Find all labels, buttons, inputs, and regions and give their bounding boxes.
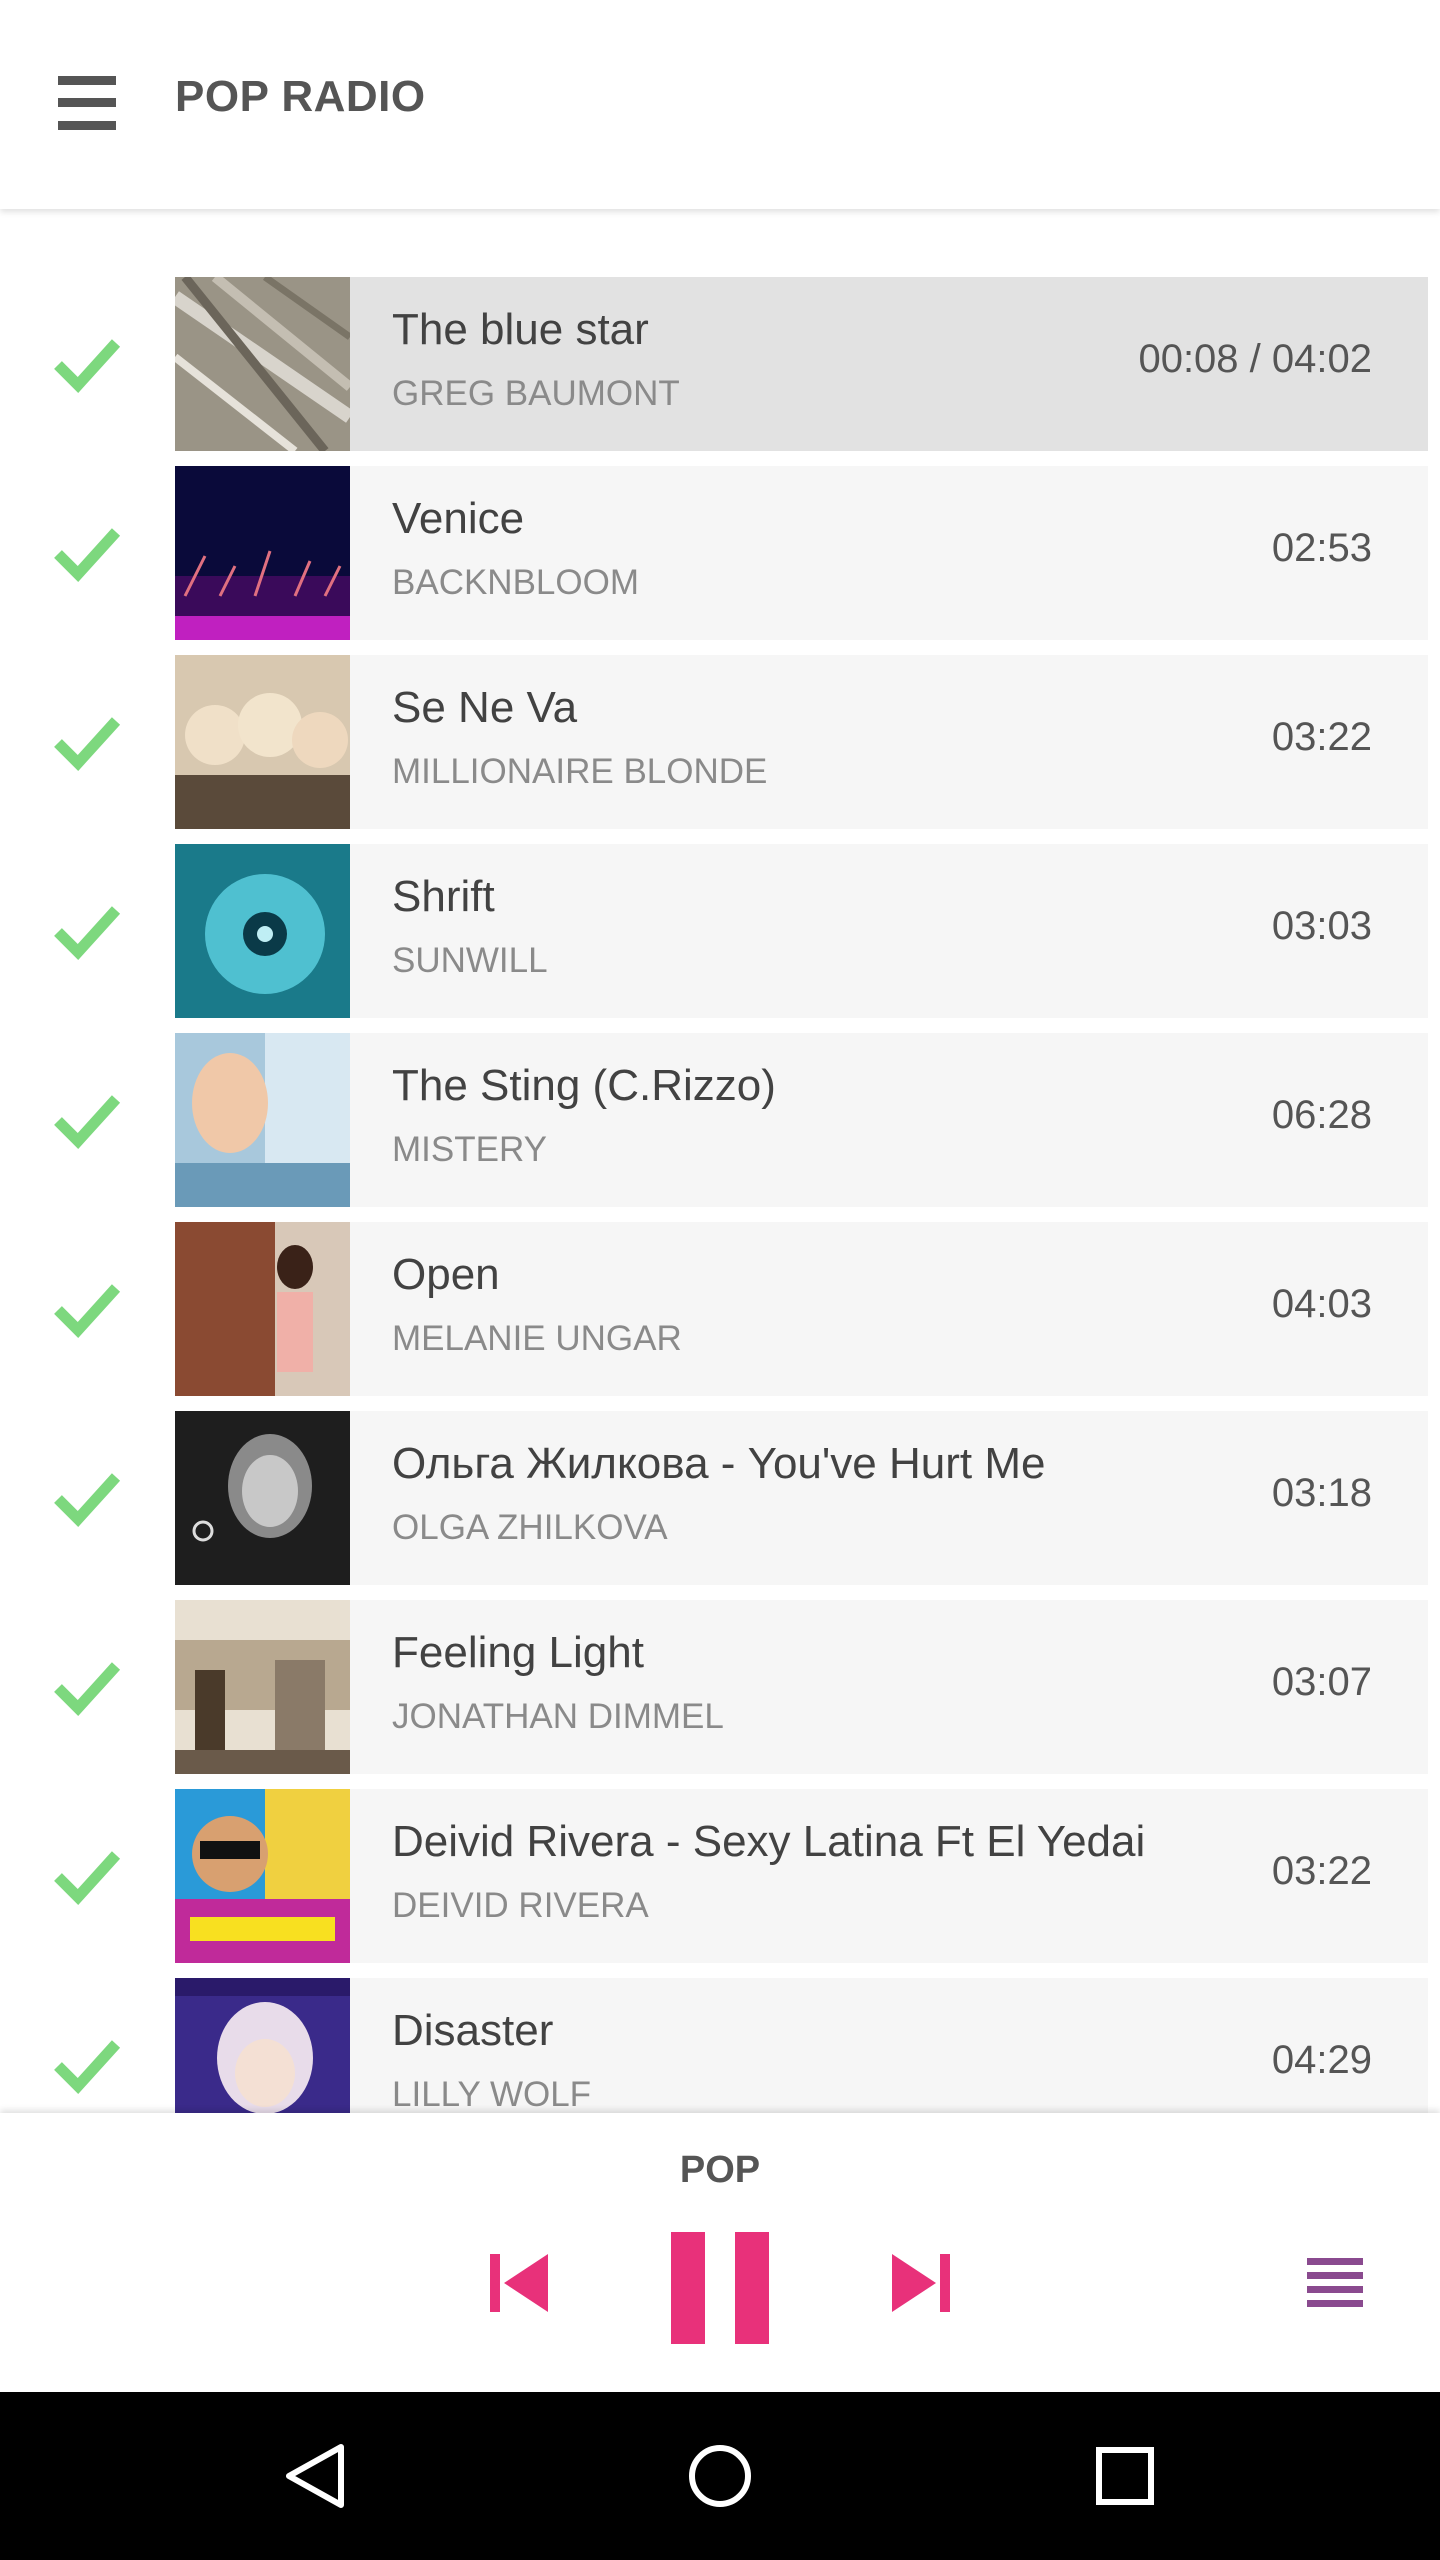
track-row[interactable]: The Sting (C.Rizzo) MISTERY 06:28 [0, 1033, 1440, 1207]
track-row[interactable]: Venice BACKNBLOOM 02:53 [0, 466, 1440, 640]
track-card[interactable]: The Sting (C.Rizzo) MISTERY 06:28 [350, 1033, 1428, 1207]
track-card[interactable]: Ольга Жилкова - You've Hurt Me OLGA ZHIL… [350, 1411, 1428, 1585]
track-duration: 03:03 [1271, 904, 1372, 948]
track-card[interactable]: Venice BACKNBLOOM 02:53 [350, 466, 1428, 640]
page-title: POP RADIO [175, 72, 426, 121]
track-card[interactable]: Deivid Rivera - Sexy Latina Ft El Yedai … [350, 1789, 1428, 1963]
hamburger-menu-icon[interactable] [40, 58, 134, 148]
track-duration: 02:53 [1271, 526, 1372, 570]
track-artist: DEIVID RIVERA [392, 1886, 649, 1925]
track-card[interactable]: Shrift SUNWILL 03:03 [350, 844, 1428, 1018]
recents-icon[interactable] [1075, 2426, 1175, 2526]
check-icon [54, 1284, 121, 1338]
track-title: Shrift [392, 872, 495, 921]
track-row[interactable]: Feeling Light JONATHAN DIMMEL 03:07 [0, 1600, 1440, 1774]
track-card[interactable]: Feeling Light JONATHAN DIMMEL 03:07 [350, 1600, 1428, 1774]
check-icon [54, 339, 121, 393]
track-card[interactable]: Open MELANIE UNGAR 04:03 [350, 1222, 1428, 1396]
album-cover [175, 1033, 350, 1207]
album-cover [175, 844, 350, 1018]
track-title: The blue star [392, 305, 649, 354]
back-icon[interactable] [265, 2426, 365, 2526]
check-icon [54, 1851, 121, 1905]
player-bar: POP [0, 2113, 1440, 2392]
track-duration: 03:07 [1271, 1660, 1372, 1704]
track-artist: MILLIONAIRE BLONDE [392, 752, 768, 791]
track-duration: 03:22 [1271, 715, 1372, 759]
track-row[interactable]: Open MELANIE UNGAR 04:03 [0, 1222, 1440, 1396]
track-title: Venice [392, 494, 525, 543]
track-title: Se Ne Va [392, 683, 578, 732]
track-artist: SUNWILL [392, 941, 548, 980]
skip-previous-icon[interactable] [470, 2233, 570, 2333]
track-duration: 04:29 [1271, 2038, 1372, 2082]
track-artist: GREG BAUMONT [392, 374, 680, 413]
track-card[interactable]: Disaster LILLY WOLF 04:29 [350, 1978, 1428, 2113]
track-duration: 03:18 [1271, 1471, 1372, 1515]
track-duration: 06:28 [1271, 1093, 1372, 1137]
track-artist: MISTERY [392, 1130, 547, 1169]
track-artist: JONATHAN DIMMEL [392, 1697, 724, 1736]
check-icon [54, 1473, 121, 1527]
album-cover [175, 1978, 350, 2113]
track-artist: MELANIE UNGAR [392, 1319, 682, 1358]
track-row[interactable]: Ольга Жилкова - You've Hurt Me OLGA ZHIL… [0, 1411, 1440, 1585]
check-icon [54, 1095, 121, 1149]
track-duration: 04:03 [1271, 1282, 1372, 1326]
track-list[interactable]: The blue star GREG BAUMONT 00:08 / 04:02… [0, 277, 1440, 2113]
track-title: Open [392, 1250, 500, 1299]
check-icon [54, 906, 121, 960]
track-progress-time: 00:08 / 04:02 [1138, 337, 1372, 381]
track-row[interactable]: Se Ne Va MILLIONAIRE BLONDE 03:22 [0, 655, 1440, 829]
track-card[interactable]: Se Ne Va MILLIONAIRE BLONDE 03:22 [350, 655, 1428, 829]
system-nav-bar [0, 2392, 1440, 2560]
track-row[interactable]: Deivid Rivera - Sexy Latina Ft El Yedai … [0, 1789, 1440, 1963]
album-cover [175, 1789, 350, 1963]
check-icon [54, 2040, 121, 2094]
track-row[interactable]: Disaster LILLY WOLF 04:29 [0, 1978, 1440, 2113]
track-artist: LILLY WOLF [392, 2075, 592, 2113]
album-cover [175, 1600, 350, 1774]
track-title: Ольга Жилкова - You've Hurt Me [392, 1439, 1046, 1488]
station-name: POP [679, 2149, 761, 2191]
album-cover [175, 277, 350, 451]
check-icon [54, 717, 121, 771]
queue-list-icon[interactable] [1290, 2233, 1380, 2333]
track-row[interactable]: Shrift SUNWILL 03:03 [0, 844, 1440, 1018]
app-bar: POP RADIO [0, 0, 1440, 209]
screen: POP RADIO The blue star GREG BAUMONT 00:… [0, 0, 1440, 2560]
track-title: The Sting (C.Rizzo) [392, 1061, 776, 1110]
track-artist: BACKNBLOOM [392, 563, 639, 602]
check-icon [54, 528, 121, 582]
album-cover [175, 1411, 350, 1585]
track-title: Feeling Light [392, 1628, 644, 1677]
track-title: Disaster [392, 2006, 554, 2055]
track-duration: 03:22 [1271, 1849, 1372, 1893]
album-cover [175, 466, 350, 640]
track-artist: OLGA ZHILKOVA [392, 1508, 668, 1547]
home-icon[interactable] [670, 2426, 770, 2526]
skip-next-icon[interactable] [870, 2233, 970, 2333]
track-card[interactable]: The blue star GREG BAUMONT 00:08 / 04:02 [350, 277, 1428, 451]
track-title: Deivid Rivera - Sexy Latina Ft El Yedai [392, 1817, 1146, 1866]
album-cover [175, 655, 350, 829]
track-row-current[interactable]: The blue star GREG BAUMONT 00:08 / 04:02 [0, 277, 1440, 451]
check-icon [54, 1662, 121, 1716]
album-cover [175, 1222, 350, 1396]
pause-icon[interactable] [660, 2223, 780, 2353]
